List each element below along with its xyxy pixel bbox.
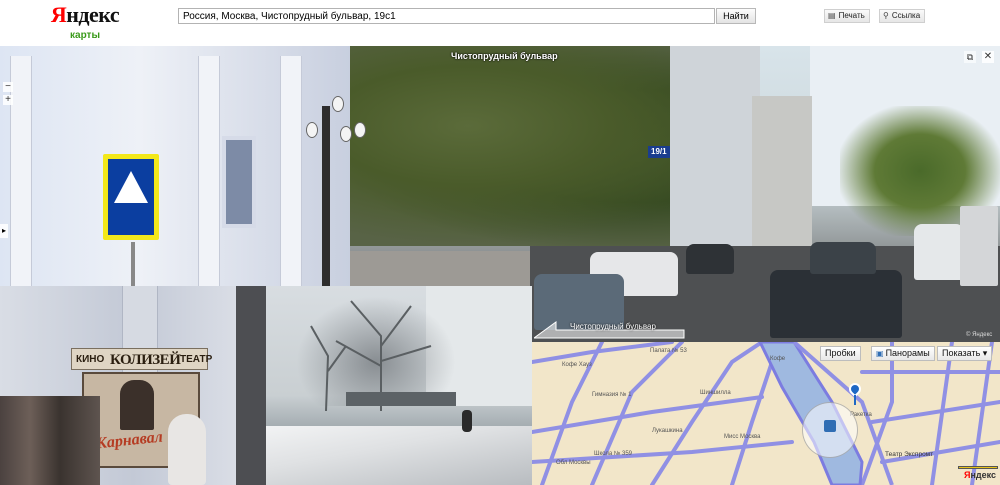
lamp-globe xyxy=(332,96,344,112)
map-brand-logo: Яндекс xyxy=(964,470,996,480)
panorama-icon: ▣ xyxy=(876,349,884,358)
cinema-sign: КИНО КОЛИЗЕЙ ТЕАТР xyxy=(71,348,212,370)
expand-icon[interactable]: ⧉ xyxy=(964,51,976,63)
street-lamp xyxy=(322,106,330,316)
house-number-label[interactable]: 19/1 xyxy=(648,146,670,158)
panorama-copyright: © Яндекс xyxy=(966,332,993,338)
poster-figure xyxy=(120,380,154,430)
map-label: Школа № 359 xyxy=(594,451,633,457)
van xyxy=(914,224,964,280)
poster-title: Карнавал xyxy=(95,428,164,453)
zoom-in-icon[interactable]: + xyxy=(3,95,13,105)
map-label: Обл Москвы xyxy=(556,460,591,466)
close-icon[interactable]: ✕ xyxy=(982,51,994,63)
map-label: Гимназия № 1 xyxy=(592,392,632,398)
map-label: Кофе Хауз xyxy=(562,362,592,368)
sign-right-text: ТЕАТР xyxy=(180,354,213,365)
map[interactable]: Кофе Хауз Палата № 53 Гимназия № 1 Школа… xyxy=(532,342,1000,485)
snowy-road xyxy=(266,426,532,485)
window xyxy=(222,136,256,228)
zoom-out-icon[interactable]: − xyxy=(3,82,13,92)
sign-main-text: КОЛИЗЕЙ xyxy=(110,352,181,368)
map-label: Мисс Москва xyxy=(724,434,761,440)
traffic-button[interactable]: Пробки xyxy=(820,346,861,361)
pan-left-arrow-icon[interactable]: ▸ xyxy=(0,224,8,238)
historical-photo-kino: КИНО КОЛИЗЕЙ ТЕАТР Карнавал xyxy=(0,286,266,485)
photo-column-dark xyxy=(236,286,266,485)
logo-first-letter: Я xyxy=(50,2,67,27)
chevron-down-icon: ▾ xyxy=(982,348,988,358)
crowd xyxy=(0,396,100,485)
map-label: Лукашкина xyxy=(652,428,683,434)
lamp-globe xyxy=(306,122,318,138)
pegman-icon[interactable] xyxy=(824,420,836,432)
print-label: Печать xyxy=(838,11,865,20)
logo-service-name[interactable]: карты xyxy=(50,30,120,41)
logo-rest: ндекс xyxy=(66,2,120,27)
pedestrian-crossing-sign-icon xyxy=(103,154,159,240)
print-button[interactable]: ▤ Печать xyxy=(824,9,870,23)
bus-stop xyxy=(960,206,998,286)
map-roads xyxy=(532,342,1000,485)
column xyxy=(10,56,32,286)
printer-icon: ▤ xyxy=(828,11,836,20)
sign-triangle xyxy=(114,171,148,203)
brand-rest: ндекс xyxy=(970,470,997,480)
link-icon: ⚲ xyxy=(883,11,889,20)
column xyxy=(280,56,302,286)
traffic-label: Пробки xyxy=(825,348,856,358)
panorama-building xyxy=(670,46,760,246)
link-button[interactable]: ⚲ Ссылка xyxy=(879,9,926,23)
logo-word: Яндекс xyxy=(50,3,120,27)
sign-left-text: КИНО xyxy=(76,354,105,365)
panoramas-label: Панорамы xyxy=(885,348,930,358)
lamp-globe xyxy=(354,122,366,138)
car xyxy=(810,242,876,274)
pin-stem xyxy=(854,395,856,405)
panorama-zoom-control: − + xyxy=(3,82,13,108)
fence xyxy=(346,392,456,406)
show-label: Показать xyxy=(942,348,981,358)
map-label: Театр Экспромт xyxy=(885,451,934,458)
show-layers-dropdown[interactable]: Показать ▾ xyxy=(937,346,993,361)
header: Яндекс карты Найти ▤Печать ⚲Ссылка xyxy=(0,0,1000,46)
street-name-bottom: Чистопрудный бульвар xyxy=(570,322,656,331)
historical-photo-winter xyxy=(266,286,532,485)
car xyxy=(686,244,734,274)
map-label: Палата № 53 xyxy=(650,348,687,354)
map-scale-bar xyxy=(958,466,998,469)
motorcyclist xyxy=(462,410,472,432)
person-in-white xyxy=(168,414,206,485)
link-label: Ссылка xyxy=(891,11,921,20)
lamp-globe xyxy=(340,126,352,142)
map-label: Шиншилла xyxy=(700,390,731,396)
search-button[interactable]: Найти xyxy=(716,8,756,24)
yandex-logo[interactable]: Яндекс карты xyxy=(50,3,120,42)
panorama-street-title: Чистопрудный бульвар xyxy=(451,51,558,61)
map-label: Кофе xyxy=(770,356,786,362)
car xyxy=(770,270,902,338)
column xyxy=(198,56,220,286)
panorama-building-far xyxy=(752,96,812,246)
panoramas-button[interactable]: ▣ Панорамы xyxy=(871,346,935,361)
search-input[interactable] xyxy=(178,8,715,24)
